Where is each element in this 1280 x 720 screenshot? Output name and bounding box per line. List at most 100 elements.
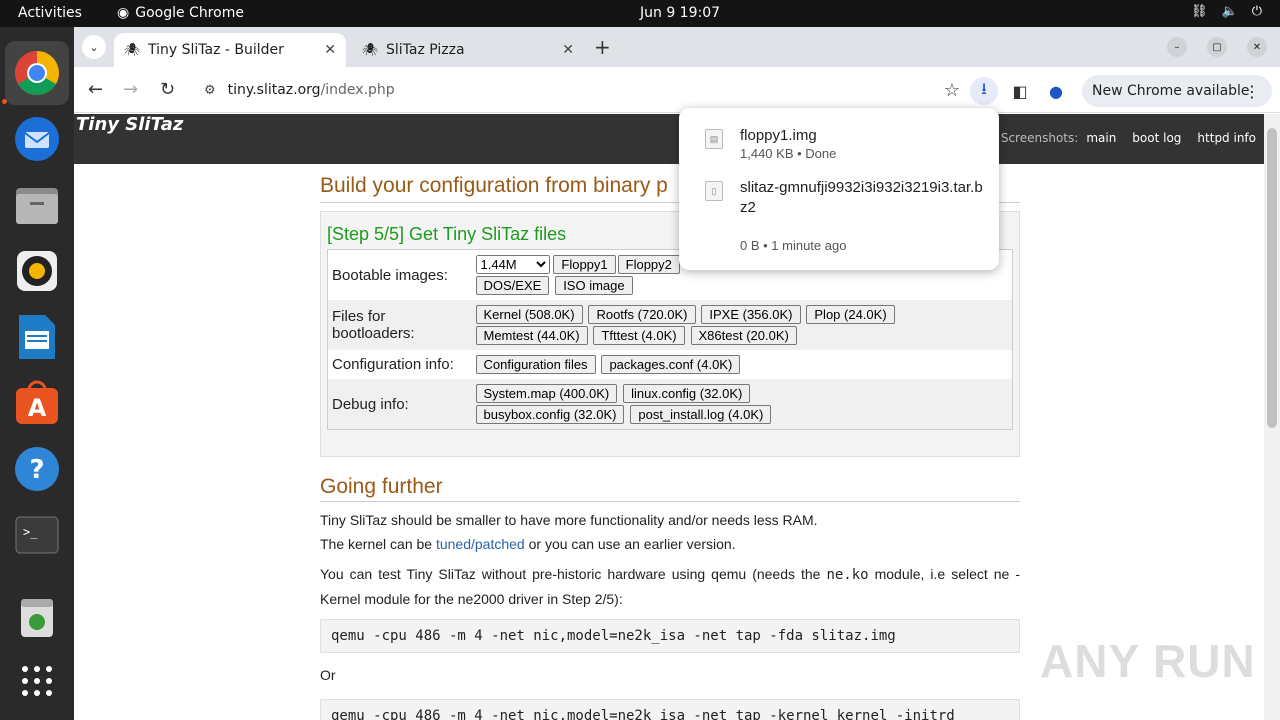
maximize-button[interactable]: ▢	[1207, 37, 1227, 57]
tab-slitaz-pizza[interactable]: 🕷 SliTaz Pizza ✕	[352, 33, 584, 67]
text-span: The kernel can be	[320, 536, 436, 552]
dock-rhythmbox[interactable]	[5, 239, 69, 303]
close-icon[interactable]: ✕	[562, 42, 574, 58]
minimize-button[interactable]: –	[1167, 37, 1187, 57]
table-row: Debug info: System.map (400.0K) linux.co…	[327, 379, 1013, 430]
browser-toolbar: ← → ↻ ⚙ tiny.slitaz.org /index.php ☆ ⭳ ◧…	[74, 67, 1280, 113]
clock[interactable]: Jun 9 19:07	[640, 5, 720, 21]
activities-button[interactable]: Activities	[18, 5, 82, 21]
floppy2-button[interactable]: Floppy2	[617, 255, 680, 274]
forward-arrow-icon[interactable]: →	[123, 79, 138, 100]
help-icon: ?	[15, 447, 59, 491]
site-nav: rum Screenshots: main boot log httpd inf…	[961, 131, 1256, 145]
nav-main[interactable]: main	[1086, 131, 1116, 145]
download-item[interactable]: ▤ floppy1.img 1,440 KB • Done	[705, 126, 985, 166]
inline-code: ne.ko	[826, 567, 869, 583]
dock-trash[interactable]	[5, 585, 69, 649]
dock-app-center[interactable]: A	[5, 371, 69, 435]
download-status: 1,440 KB • Done	[740, 146, 837, 161]
table-row: Files for bootloaders: Kernel (508.0K) R…	[327, 300, 1013, 350]
floppy1-button[interactable]: Floppy1	[553, 255, 616, 274]
power-icon: ⏻	[1251, 4, 1262, 19]
site-logo[interactable]: Tiny SliTaz	[76, 114, 183, 135]
system-map-button[interactable]: System.map (400.0K)	[475, 384, 618, 403]
rhythmbox-icon	[17, 251, 57, 291]
iso-image-button[interactable]: ISO image	[555, 276, 633, 295]
app-menu[interactable]: ◉ Google Chrome	[117, 5, 244, 21]
ipxe-button[interactable]: IPXE (356.0K)	[701, 305, 801, 324]
dock-show-apps[interactable]	[5, 649, 69, 713]
dock: A ? >_	[0, 27, 74, 720]
network-icon: ⛓	[1191, 4, 1208, 19]
nav-screenshots-label: Screenshots:	[1000, 131, 1079, 145]
further-paragraph-1: Tiny SliTaz should be smaller to have mo…	[320, 512, 818, 528]
dock-writer[interactable]	[5, 305, 69, 369]
dos-exe-button[interactable]: DOS/EXE	[475, 276, 550, 295]
page-scrollbar[interactable]	[1264, 114, 1280, 720]
text-span: or you can use an earlier version.	[524, 536, 736, 552]
address-bar[interactable]: ⚙ tiny.slitaz.org /index.php ☆	[190, 74, 960, 106]
system-tray[interactable]: ⛓ 🔈 ⏻	[1191, 4, 1262, 19]
rootfs-button[interactable]: Rootfs (720.0K)	[588, 305, 696, 324]
terminal-icon: >_	[15, 516, 59, 554]
page-viewport: Tiny SliTaz rum Screenshots: main boot l…	[74, 114, 1280, 720]
tuned-patched-link[interactable]: tuned/patched	[436, 536, 525, 552]
tab-search-button[interactable]: ⌄	[82, 35, 106, 59]
packages-conf-button[interactable]: packages.conf (4.0K)	[601, 355, 741, 374]
bootable-label: Bootable images:	[332, 266, 448, 284]
linux-config-button[interactable]: linux.config (32.0K)	[623, 384, 751, 403]
dock-files[interactable]	[5, 173, 69, 237]
floppy-size-select[interactable]: 1.44M	[475, 255, 550, 274]
window-close-button[interactable]: ✕	[1247, 37, 1267, 57]
download-item[interactable]: ▯ slitaz-gmnufji9932i3i932i3219i3.tar.bz…	[705, 178, 985, 258]
x86test-button[interactable]: X86test (20.0K)	[690, 326, 797, 345]
post-install-log-button[interactable]: post_install.log (4.0K)	[630, 405, 772, 424]
volume-icon: 🔈	[1221, 4, 1238, 19]
more-menu-icon[interactable]: ⋮	[1244, 82, 1260, 101]
nav-httpd-info[interactable]: httpd info	[1197, 131, 1256, 145]
tfttest-button[interactable]: Tfttest (4.0K)	[593, 326, 685, 345]
gnome-top-bar: Activities ◉ Google Chrome Jun 9 19:07 ⛓…	[0, 0, 1280, 27]
busybox-config-button[interactable]: busybox.config (32.0K)	[475, 405, 625, 424]
reload-icon[interactable]: ↻	[160, 79, 175, 100]
memtest-button[interactable]: Memtest (44.0K)	[475, 326, 588, 345]
chrome-icon	[15, 51, 59, 95]
new-chrome-available-button[interactable]: New Chrome available ⋮	[1082, 75, 1272, 107]
tab-strip: ⌄ 🕷 Tiny SliTaz - Builder ✕ 🕷 SliTaz Piz…	[74, 27, 1280, 67]
qemu-command-2: qemu -cpu 486 -m 4 -net nic,model=ne2k_i…	[320, 699, 1020, 720]
download-icon[interactable]: ⭳	[970, 77, 998, 105]
slitaz-spider-icon: 🕷	[361, 42, 379, 58]
dock-terminal[interactable]: >_	[5, 503, 69, 567]
app-menu-label: Google Chrome	[135, 5, 244, 21]
site-info-icon[interactable]: ⚙	[204, 83, 216, 98]
tab-tiny-slitaz-builder[interactable]: 🕷 Tiny SliTaz - Builder ✕	[114, 33, 346, 67]
dock-chrome[interactable]	[5, 41, 69, 105]
file-icon: ▯	[705, 181, 723, 201]
side-panel-icon[interactable]: ◧	[1006, 77, 1034, 105]
close-icon[interactable]: ✕	[324, 42, 336, 58]
slitaz-spider-icon: 🕷	[123, 42, 141, 58]
new-tab-button[interactable]: +	[594, 35, 611, 59]
profile-avatar-icon[interactable]: ●	[1042, 77, 1070, 105]
scrollbar-thumb[interactable]	[1267, 128, 1277, 428]
svg-text:A: A	[28, 394, 47, 422]
back-arrow-icon[interactable]: ←	[88, 79, 103, 100]
thunderbird-icon	[15, 117, 59, 161]
svg-text:>_: >_	[23, 525, 38, 539]
nav-boot-log[interactable]: boot log	[1132, 131, 1181, 145]
dock-help[interactable]: ?	[5, 437, 69, 501]
kernel-button[interactable]: Kernel (508.0K)	[475, 305, 583, 324]
bookmark-star-icon[interactable]: ☆	[944, 80, 960, 101]
config-label: Configuration info:	[332, 356, 454, 373]
chevron-down-icon: ⌄	[89, 40, 99, 54]
configuration-files-button[interactable]: Configuration files	[475, 355, 596, 374]
dock-thunderbird[interactable]	[5, 107, 69, 171]
text-span: You can test Tiny SliTaz without pre-his…	[320, 566, 827, 582]
new-chrome-label: New Chrome available	[1092, 83, 1250, 99]
download-filename: slitaz-gmnufji9932i3i932i3219i3.tar.bz2	[740, 179, 983, 216]
anyrun-watermark: ANY RUN	[1040, 635, 1256, 687]
writer-icon	[19, 315, 55, 359]
files-table: Bootable images: 1.44M Floppy1 Floppy2 DO…	[327, 249, 1013, 430]
further-paragraph-2: The kernel can be tuned/patched or you c…	[320, 532, 1020, 556]
plop-button[interactable]: Plop (24.0K)	[806, 305, 895, 324]
